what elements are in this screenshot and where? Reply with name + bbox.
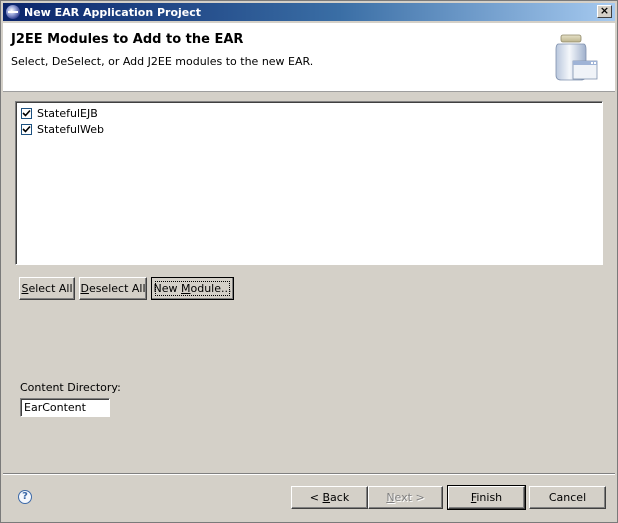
eclipse-icon (6, 5, 20, 19)
page-title: J2EE Modules to Add to the EAR (11, 32, 244, 47)
module-list[interactable]: StatefulEJB StatefulWeb (15, 101, 603, 265)
checkmark-icon (22, 125, 31, 133)
content-directory-input[interactable] (20, 398, 110, 417)
checkbox[interactable] (21, 123, 32, 135)
page-description: Select, DeSelect, or Add J2EE modules to… (11, 55, 314, 68)
select-all-button[interactable]: Select All (19, 277, 75, 300)
checkbox[interactable] (21, 107, 32, 119)
deselect-all-button[interactable]: Deselect All (79, 277, 147, 300)
header-banner: J2EE Modules to Add to the EAR Select, D… (3, 23, 615, 92)
next-button[interactable]: Next > (368, 486, 443, 509)
footer-separator (3, 473, 615, 475)
title-bar[interactable]: New EAR Application Project × (3, 3, 615, 21)
finish-button[interactable]: Finish (447, 485, 526, 510)
close-icon: × (599, 4, 610, 17)
new-module-button[interactable]: New Module... (151, 277, 234, 300)
content-directory-label: Content Directory: (20, 381, 121, 394)
module-label: StatefulEJB (37, 106, 98, 120)
ear-jar-icon (555, 34, 598, 81)
list-item[interactable]: StatefulEJB (16, 105, 602, 121)
module-label: StatefulWeb (37, 122, 104, 136)
list-item[interactable]: StatefulWeb (16, 121, 602, 137)
close-button[interactable]: × (597, 5, 612, 18)
cancel-button[interactable]: Cancel (529, 486, 606, 509)
window-title: New EAR Application Project (24, 5, 202, 19)
dialog-window: New EAR Application Project × J2EE Modul… (0, 0, 618, 523)
help-icon[interactable]: ? (18, 490, 32, 504)
checkmark-icon (22, 109, 31, 117)
back-button[interactable]: < Back (291, 486, 368, 509)
